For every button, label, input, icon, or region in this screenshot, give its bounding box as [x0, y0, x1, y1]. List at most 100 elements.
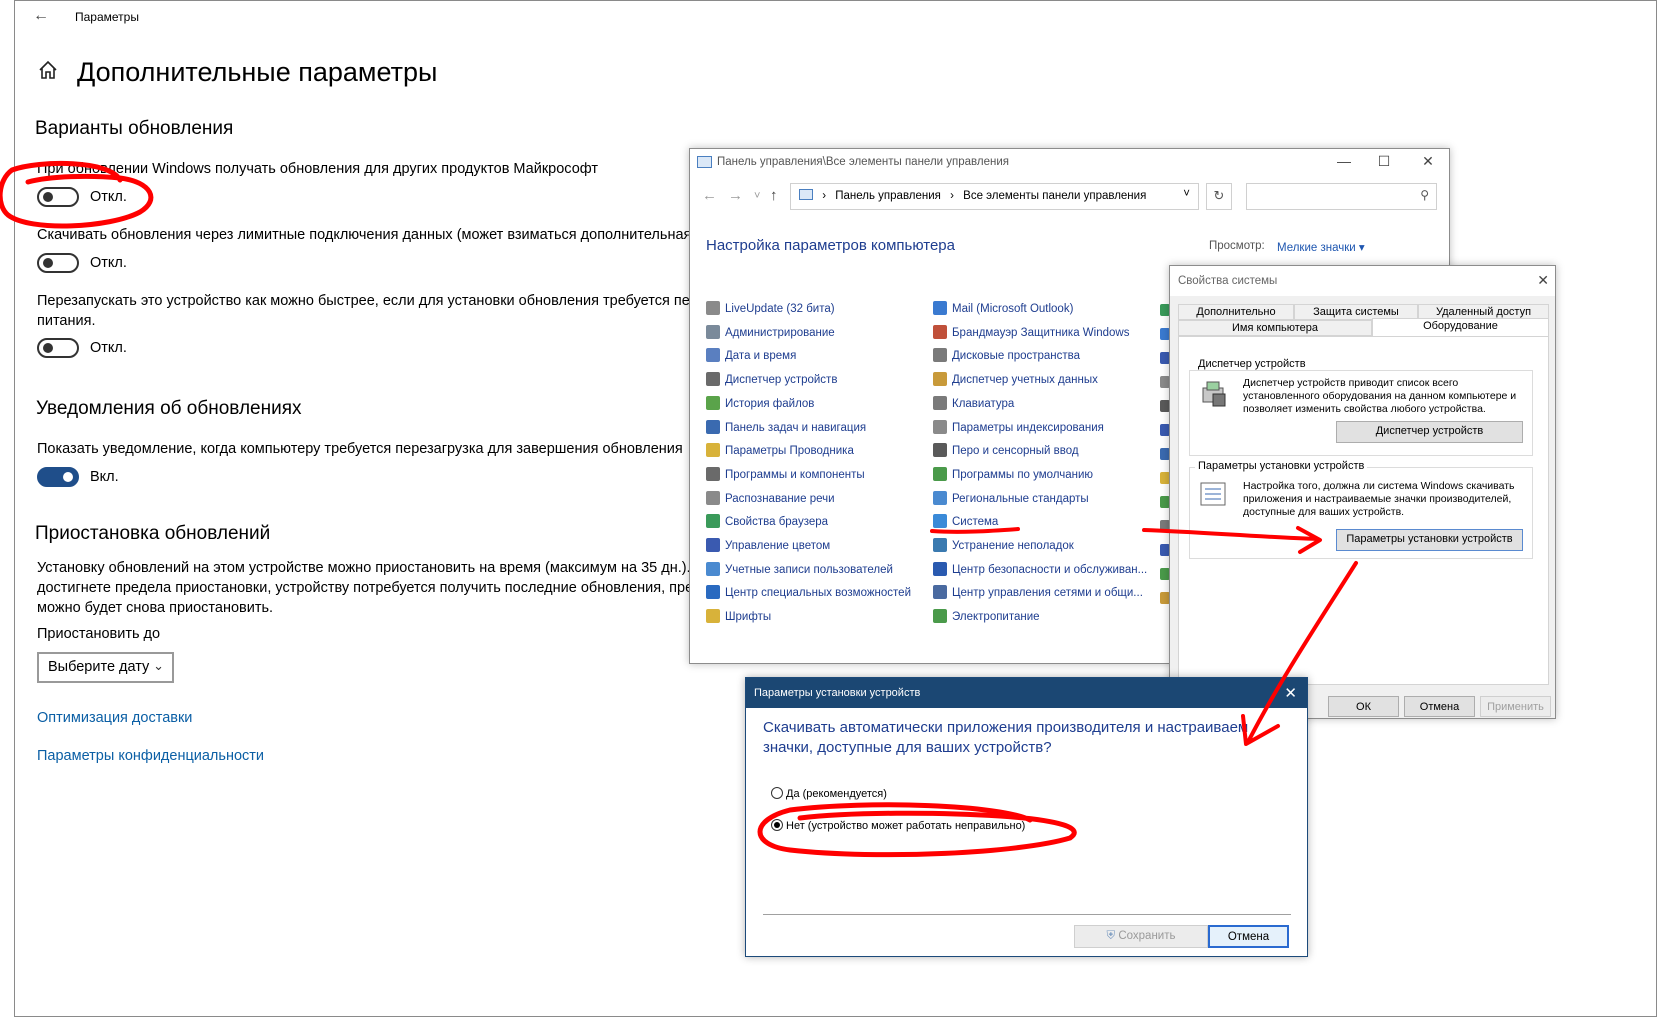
delivery-optimization-link[interactable]: Оптимизация доставки: [37, 710, 192, 726]
cp-item[interactable]: Свойства браузера: [706, 514, 828, 532]
cp-item[interactable]: Брандмауэр Защитника Windows: [933, 324, 1130, 343]
cp-item-icon: [933, 490, 947, 505]
recent-locations-icon[interactable]: ˅: [754, 190, 760, 202]
refresh-icon[interactable]: ↻: [1206, 183, 1232, 210]
device-manager-button[interactable]: Диспетчер устройств: [1336, 421, 1523, 443]
address-bar[interactable]: › Панель управления › Все элементы панел…: [790, 183, 1199, 210]
cp-item[interactable]: Панель задач и навигация: [706, 419, 866, 438]
cp-item-label: Центр специальных возможностей: [725, 587, 911, 600]
radio-button: [771, 787, 783, 799]
breadcrumb-control-panel[interactable]: Панель управления: [835, 190, 941, 202]
page-heading: Настройка параметров компьютера: [706, 237, 955, 254]
cp-item[interactable]: LiveUpdate (32 бита): [706, 301, 835, 319]
cp-item-icon: [706, 514, 720, 529]
cp-item[interactable]: Центр безопасности и обслуживан...: [933, 561, 1147, 580]
close-icon[interactable]: ✕: [1284, 684, 1297, 702]
save-button[interactable]: ⛨ Сохранить: [1074, 925, 1208, 948]
cp-item[interactable]: Распознавание речи: [706, 490, 835, 509]
cp-item[interactable]: Центр специальных возможностей: [706, 585, 911, 603]
device-install-dialog: Параметры установки устройств ✕ Скачиват…: [745, 677, 1308, 957]
metered-toggle[interactable]: [37, 253, 79, 273]
cp-item[interactable]: Программы и компоненты: [706, 466, 865, 485]
option-no-radio[interactable]: Нет (устройство может работать неправиль…: [771, 819, 1025, 832]
cancel-button[interactable]: Отмена: [1404, 696, 1475, 717]
cp-item[interactable]: Учетные записи пользователей: [706, 561, 893, 580]
tab-advanced[interactable]: Дополнительно: [1178, 304, 1294, 320]
cp-item-icon: [933, 538, 947, 552]
cp-item[interactable]: Дата и время: [706, 348, 796, 366]
option-restart-text-line1: Перезапускать это устройство как можно б…: [37, 293, 713, 309]
back-arrow-icon[interactable]: ←: [33, 7, 49, 25]
cp-item-label: Центр управления сетями и общи...: [952, 587, 1143, 600]
tab-hardware[interactable]: Оборудование: [1372, 318, 1549, 337]
cp-item-icon: [706, 585, 720, 600]
cancel-button[interactable]: Отмена: [1208, 925, 1289, 948]
cp-item[interactable]: История файлов: [706, 395, 814, 414]
cp-item[interactable]: Диспетчер учетных данных: [933, 372, 1098, 390]
cp-item-icon: [933, 561, 947, 576]
shield-icon: ⛨: [1106, 930, 1116, 942]
close-icon[interactable]: ✕: [1408, 153, 1448, 173]
restart-toggle[interactable]: [37, 338, 79, 358]
home-icon[interactable]: [37, 59, 59, 81]
cp-item-icon: [933, 585, 947, 600]
cp-item[interactable]: Устранение неполадок: [933, 538, 1074, 556]
nav-up-icon[interactable]: ↑: [770, 187, 778, 204]
cp-item[interactable]: Центр управления сетями и общи...: [933, 585, 1143, 603]
notify-text: Показать уведомление, когда компьютеру т…: [37, 441, 683, 457]
view-mode-dropdown[interactable]: Мелкие значки ▾: [1277, 240, 1365, 254]
apply-button[interactable]: Применить: [1480, 696, 1551, 717]
cp-item[interactable]: Клавиатура: [933, 395, 1014, 414]
toggle-knob: [63, 472, 73, 482]
minimize-icon[interactable]: —: [1324, 153, 1364, 173]
cp-item-label: Диспетчер учетных данных: [952, 374, 1098, 387]
other-products-toggle[interactable]: [37, 187, 79, 207]
view-label: Просмотр:: [1209, 240, 1265, 252]
breadcrumb-all-items[interactable]: Все элементы панели управления: [963, 190, 1146, 202]
cp-item-label: Программы по умолчанию: [952, 468, 1094, 481]
window-title: Свойства системы: [1178, 275, 1278, 287]
cp-item[interactable]: Программы по умолчанию: [933, 466, 1094, 485]
cp-item-label: Распознавание речи: [725, 492, 835, 505]
cp-item[interactable]: Управление цветом: [706, 538, 830, 556]
cp-item-icon: [933, 348, 947, 363]
cp-item[interactable]: Дисковые пространства: [933, 348, 1080, 366]
cp-item-label: Дисковые пространства: [952, 350, 1081, 363]
cp-item-label: Свойства браузера: [725, 516, 829, 529]
maximize-icon[interactable]: ☐: [1364, 153, 1404, 173]
privacy-settings-link[interactable]: Параметры конфиденциальности: [37, 748, 264, 764]
save-label: Сохранить: [1118, 930, 1176, 942]
address-dropdown-icon[interactable]: ˅: [1183, 188, 1190, 200]
cp-item-label: Брандмауэр Защитника Windows: [952, 326, 1130, 339]
cp-item[interactable]: Параметры индексирования: [933, 419, 1104, 438]
cp-item[interactable]: Перо и сенсорный ввод: [933, 443, 1079, 461]
pause-date-select[interactable]: Выберите дату ⌄: [37, 652, 174, 683]
cp-item-icon: [706, 419, 720, 434]
nav-forward-icon[interactable]: →: [728, 187, 743, 204]
cp-item[interactable]: Электропитание: [933, 609, 1040, 627]
cp-item[interactable]: Администрирование: [706, 324, 835, 343]
cp-item[interactable]: Система: [933, 514, 998, 532]
tab-computer-name[interactable]: Имя компьютера: [1178, 320, 1372, 336]
cp-item[interactable]: Региональные стандарты: [933, 490, 1089, 509]
cp-item-icon: [706, 538, 720, 552]
date-select-value: Выберите дату: [48, 659, 150, 675]
option-yes-label: Да (рекомендуется): [786, 788, 887, 800]
cp-item-label: Устранение неполадок: [952, 540, 1074, 552]
cp-item-label: Параметры Проводника: [725, 445, 854, 458]
cp-item[interactable]: Параметры Проводника: [706, 443, 854, 461]
cp-item[interactable]: Mail (Microsoft Outlook): [933, 301, 1073, 319]
device-install-settings-button[interactable]: Параметры установки устройств: [1336, 529, 1523, 551]
cp-item[interactable]: Шрифты: [706, 609, 771, 627]
metered-toggle-state: Откл.: [90, 255, 127, 271]
notify-toggle-state: Вкл.: [90, 469, 119, 485]
close-icon[interactable]: ✕: [1537, 272, 1549, 289]
option-yes-radio[interactable]: Да (рекомендуется): [771, 787, 887, 800]
control-panel-icon: [799, 189, 813, 200]
nav-back-icon[interactable]: ←: [702, 187, 717, 204]
cp-item-icon: [933, 609, 947, 624]
cp-item[interactable]: Диспетчер устройств: [706, 372, 837, 390]
ok-button[interactable]: ОК: [1328, 696, 1399, 717]
search-input[interactable]: ⚲: [1246, 183, 1437, 210]
notify-toggle[interactable]: [37, 467, 79, 487]
